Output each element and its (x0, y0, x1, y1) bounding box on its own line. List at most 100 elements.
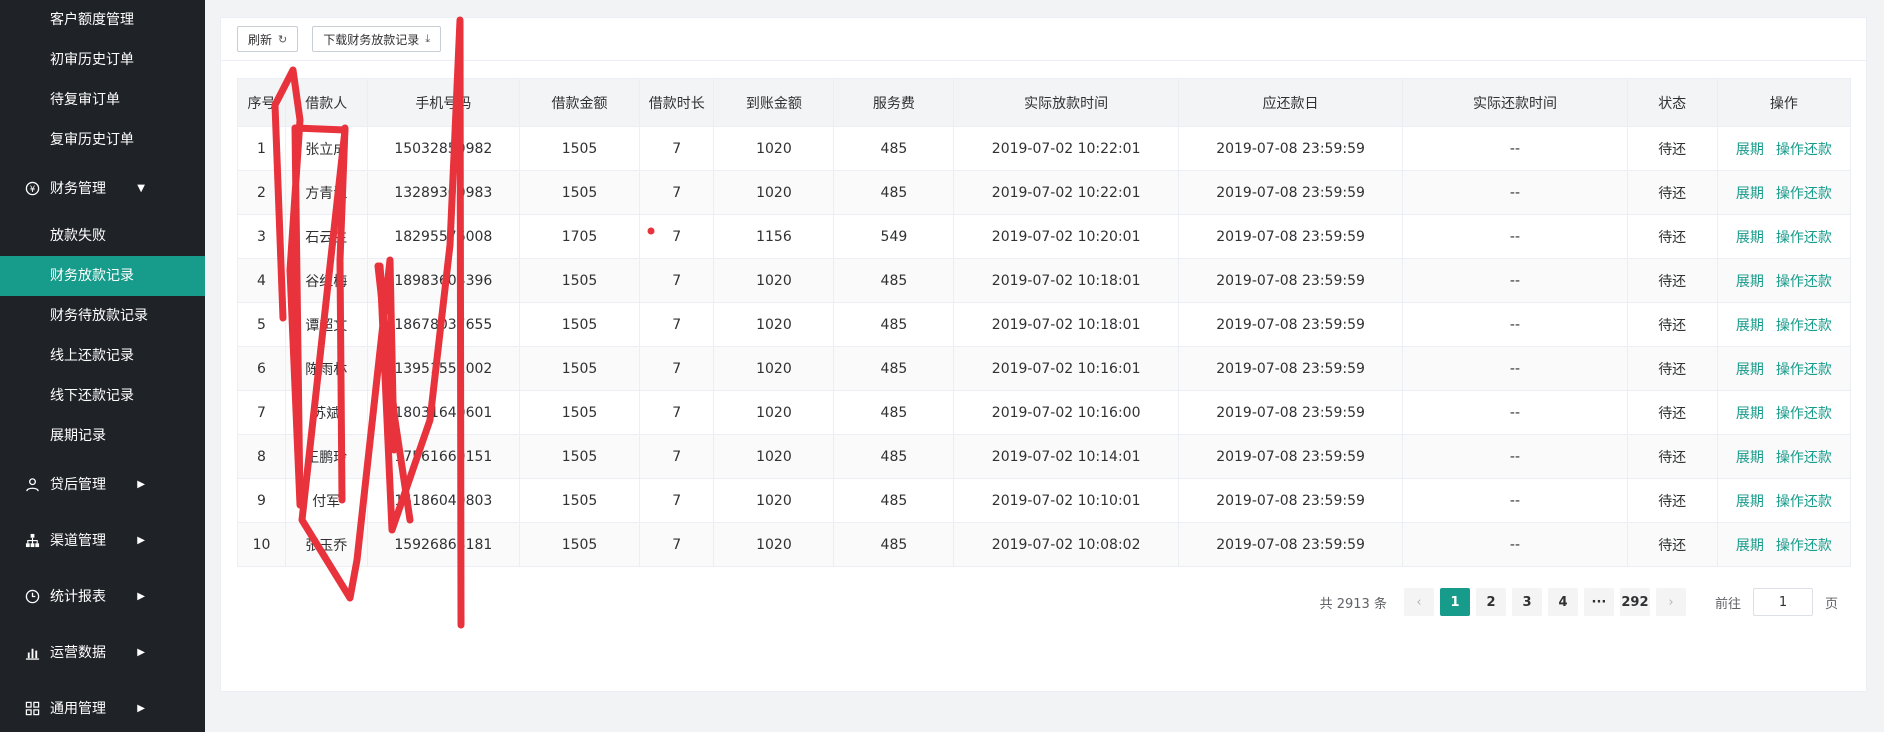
extend-link[interactable]: 展期 (1736, 230, 1764, 246)
extend-link[interactable]: 展期 (1736, 142, 1764, 158)
extend-link[interactable]: 展期 (1736, 274, 1764, 290)
cell-borrower: 苏斌 (285, 390, 368, 435)
cell-borrower: 谭超文 (285, 302, 368, 347)
repay-link[interactable]: 操作还款 (1776, 406, 1832, 422)
sidebar-group-label: 统计报表 (50, 589, 106, 605)
cell-loan-time: 2019-07-02 10:22:01 (953, 126, 1179, 171)
table-row: 3 石云生 18295576008 1705 7 1156 549 2019-07-02 10… (237, 214, 1852, 259)
table-row: 10 张玉乔 15926868181 1505 7 1020 485 2019-07-02 1… (237, 522, 1852, 567)
cell-due-date: 2019-07-08 23:59:59 (1177, 434, 1404, 479)
sidebar-item-re-review-history[interactable]: 复审历史订单 (0, 120, 205, 160)
cell-borrower: 付军 (285, 478, 368, 523)
cell-phone: 18295576008 (366, 214, 521, 259)
refresh-icon: ↻ (278, 32, 288, 46)
cell-due-date: 2019-07-08 23:59:59 (1177, 126, 1404, 171)
cell-loan-amount: 1505 (519, 302, 641, 347)
repay-link[interactable]: 操作还款 (1776, 494, 1832, 510)
sidebar-group-channel[interactable]: 渠道管理 ▶ (0, 512, 205, 568)
sidebar-item-finance-pending-loans[interactable]: 财务待放款记录 (0, 296, 205, 336)
refresh-button[interactable]: 刷新 ↻ (237, 26, 299, 52)
cell-received-amount: 1020 (713, 302, 835, 347)
page-button[interactable]: 292 (1619, 588, 1650, 616)
sidebar-item-loan-failed[interactable]: 放款失败 (0, 216, 205, 256)
sidebar-item-pending-re-review[interactable]: 待复审订单 (0, 80, 205, 120)
cell-service-fee: 549 (833, 214, 955, 259)
sidebar-group-finance[interactable]: ¥ 财务管理 ▼ (0, 160, 205, 216)
repay-link[interactable]: 操作还款 (1776, 450, 1832, 466)
caret-right-icon: ▶ (137, 478, 145, 490)
cell-due-date: 2019-07-08 23:59:59 (1177, 258, 1404, 303)
repay-link[interactable]: 操作还款 (1776, 538, 1832, 554)
sidebar-item-offline-repayments[interactable]: 线下还款记录 (0, 376, 205, 416)
toolbar: 刷新 ↻ 下载财务放款记录 ⤓ (221, 18, 1866, 61)
total-count: 共 2913 条 (1319, 596, 1387, 612)
sidebar-item-finance-loan-records[interactable]: 财务放款记录 (0, 256, 205, 296)
page-button[interactable]: 2 (1475, 588, 1506, 616)
cell-index: 3 (237, 214, 286, 259)
page-button[interactable]: 4 (1547, 588, 1578, 616)
finance-icon: ¥ (24, 180, 40, 196)
cell-borrower: 石云生 (285, 214, 368, 259)
extend-link[interactable]: 展期 (1736, 494, 1764, 510)
cell-index: 1 (237, 126, 286, 171)
cell-actions: 展期 操作还款 (1716, 170, 1852, 215)
extend-link[interactable]: 展期 (1736, 318, 1764, 334)
cell-loan-amount: 1505 (519, 126, 641, 171)
repay-link[interactable]: 操作还款 (1776, 318, 1832, 334)
extend-link[interactable]: 展期 (1736, 362, 1764, 378)
cell-index: 5 (237, 302, 286, 347)
cell-actions: 展期 操作还款 (1716, 522, 1852, 567)
cell-borrower: 张立成 (285, 126, 368, 171)
next-page-button[interactable]: › (1655, 588, 1686, 616)
header-repay-time: 实际还款时间 (1402, 78, 1628, 127)
goto-page-input[interactable] (1752, 588, 1813, 616)
extend-link[interactable]: 展期 (1736, 406, 1764, 422)
table-row: 2 方青江 13289300983 1505 7 1020 485 2019-07-02 10… (237, 170, 1852, 215)
sidebar-item-extension-records[interactable]: 展期记录 (0, 416, 205, 456)
repay-link[interactable]: 操作还款 (1776, 230, 1832, 246)
cell-loan-time: 2019-07-02 10:20:01 (953, 214, 1179, 259)
extend-link[interactable]: 展期 (1736, 186, 1764, 202)
cell-status: 待还 (1626, 390, 1718, 435)
cell-repay-time: -- (1402, 302, 1628, 347)
sidebar-group-post-loan[interactable]: 贷后管理 ▶ (0, 456, 205, 512)
repay-link[interactable]: 操作还款 (1776, 186, 1832, 202)
sidebar-group-operations[interactable]: 运营数据 ▶ (0, 624, 205, 680)
cell-status: 待还 (1626, 346, 1718, 391)
cell-borrower: 方青江 (285, 170, 368, 215)
sidebar-item-customer-quota[interactable]: 客户额度管理 (0, 0, 205, 40)
cell-service-fee: 485 (833, 302, 955, 347)
repay-link[interactable]: 操作还款 (1776, 142, 1832, 158)
repay-link[interactable]: 操作还款 (1776, 274, 1832, 290)
cell-repay-time: -- (1402, 346, 1628, 391)
sidebar-group-general[interactable]: 通用管理 ▶ (0, 680, 205, 732)
cell-phone: 18031640601 (366, 390, 521, 435)
cell-loan-term: 7 (639, 214, 715, 259)
clock-icon (24, 588, 40, 604)
sidebar-item-first-review-history[interactable]: 初审历史订单 (0, 40, 205, 80)
page-button[interactable]: 1 (1439, 588, 1470, 616)
cell-loan-time: 2019-07-02 10:22:01 (953, 170, 1179, 215)
header-index: 序号 (237, 78, 286, 127)
cell-actions: 展期 操作还款 (1716, 390, 1852, 435)
cell-loan-amount: 1505 (519, 170, 641, 215)
prev-page-button[interactable]: ‹ (1403, 588, 1434, 616)
page-button[interactable]: 3 (1511, 588, 1542, 616)
download-loan-records-button[interactable]: 下载财务放款记录 ⤓ (312, 26, 442, 52)
repay-link[interactable]: 操作还款 (1776, 362, 1832, 378)
more-pages-button[interactable]: ··· (1583, 588, 1614, 616)
cell-status: 待还 (1626, 522, 1718, 567)
extend-link[interactable]: 展期 (1736, 450, 1764, 466)
cell-actions: 展期 操作还款 (1716, 434, 1852, 479)
cell-due-date: 2019-07-08 23:59:59 (1177, 390, 1404, 435)
extend-link[interactable]: 展期 (1736, 538, 1764, 554)
sidebar-item-online-repayments[interactable]: 线上还款记录 (0, 336, 205, 376)
table-row: 8 王鹏玲 17561669151 1505 7 1020 485 2019-07-02 10… (237, 434, 1852, 479)
header-phone: 手机号码 (366, 78, 521, 127)
cell-due-date: 2019-07-08 23:59:59 (1177, 170, 1404, 215)
cell-repay-time: -- (1402, 522, 1628, 567)
cell-phone: 13289300983 (366, 170, 521, 215)
sidebar-group-reports[interactable]: 统计报表 ▶ (0, 568, 205, 624)
cell-loan-term: 7 (639, 126, 715, 171)
cell-status: 待还 (1626, 170, 1718, 215)
